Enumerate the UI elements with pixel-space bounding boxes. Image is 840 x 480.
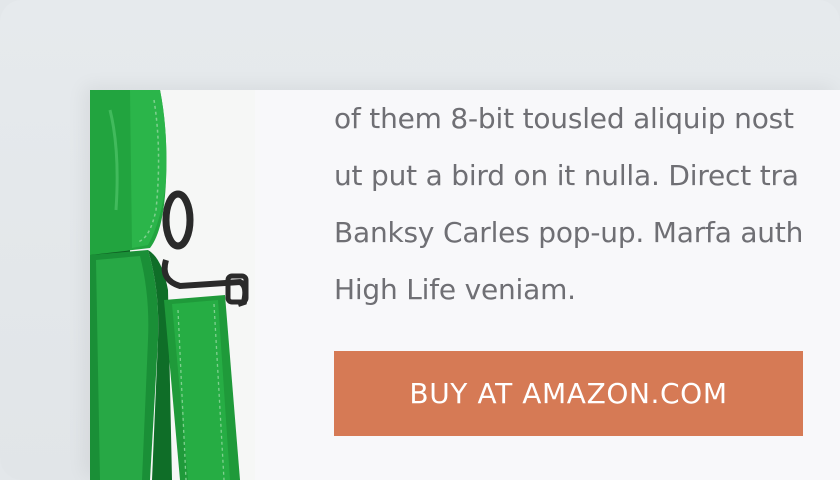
product-card: of them 8-bit tousled aliquip nost ut pu… xyxy=(90,90,840,480)
green-leather-bag-image xyxy=(90,90,255,480)
buy-at-amazon-button[interactable]: BUY AT AMAZON.COM xyxy=(334,351,803,436)
description-line: ut put a bird on it nulla. Direct tra xyxy=(334,159,799,192)
product-description: of them 8-bit tousled aliquip nost ut pu… xyxy=(334,90,840,318)
description-line: High Life veniam. xyxy=(334,273,576,306)
description-line: Banksy Carles pop-up. Marfa auth xyxy=(334,216,804,249)
product-image xyxy=(90,90,255,480)
description-line: of them 8-bit tousled aliquip nost xyxy=(334,102,794,135)
